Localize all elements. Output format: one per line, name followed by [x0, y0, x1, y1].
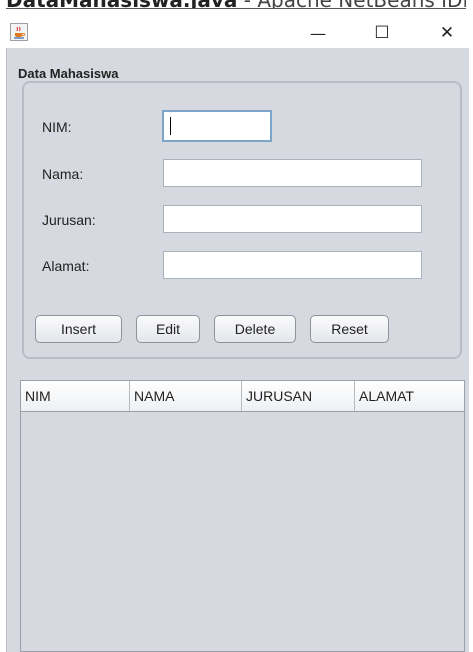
clipped-window-title: DataMahasiswa.java - Apache NetBeans IDE: [6, 0, 466, 9]
text-caret: [170, 117, 171, 135]
alamat-label: Alamat:: [42, 258, 90, 274]
jurusan-input[interactable]: [163, 205, 422, 233]
insert-button[interactable]: Insert: [35, 315, 122, 343]
delete-button[interactable]: Delete: [214, 315, 296, 343]
column-header-nim[interactable]: NIM: [21, 381, 130, 411]
column-header-alamat[interactable]: ALAMAT: [355, 381, 460, 411]
reset-button[interactable]: Reset: [310, 315, 389, 343]
close-icon: ✕: [439, 23, 455, 43]
title-bar[interactable]: — ☐ ✕: [0, 18, 473, 48]
java-coffee-cup-icon[interactable]: [10, 23, 28, 41]
maximize-button[interactable]: ☐: [360, 18, 404, 48]
edit-button[interactable]: Edit: [136, 315, 200, 343]
column-header-nama[interactable]: NAMA: [130, 381, 242, 411]
minimize-icon: —: [310, 23, 326, 43]
panel-title: Data Mahasiswa: [18, 66, 119, 81]
maximize-icon: ☐: [374, 23, 390, 43]
nama-input[interactable]: [163, 159, 422, 187]
column-header-jurusan[interactable]: JURUSAN: [242, 381, 355, 411]
mahasiswa-table[interactable]: NIM NAMA JURUSAN ALAMAT: [20, 380, 465, 652]
nim-input[interactable]: [162, 110, 272, 142]
close-button[interactable]: ✕: [425, 18, 469, 48]
jurusan-label: Jurusan:: [42, 212, 96, 228]
alamat-input[interactable]: [163, 251, 422, 279]
nim-label: NIM:: [42, 119, 72, 135]
nama-label: Nama:: [42, 166, 84, 182]
table-header: NIM NAMA JURUSAN ALAMAT: [21, 381, 464, 412]
clipped-title-suffix: - Apache NetBeans IDE: [237, 0, 466, 8]
minimize-button[interactable]: —: [296, 18, 340, 48]
clipped-title-text: DataMahasiswa.java: [6, 0, 237, 8]
table-body[interactable]: [21, 412, 464, 651]
